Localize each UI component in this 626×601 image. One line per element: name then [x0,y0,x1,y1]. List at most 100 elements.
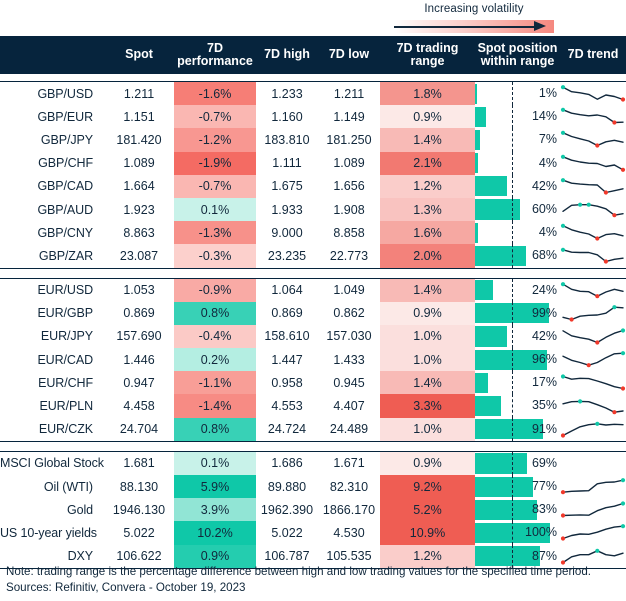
midpoint-marker [512,451,513,475]
table-row: GBP/ZAR 23.087 -0.3% 23.235 22.773 2.0% 68% [0,244,626,268]
midpoint-marker [512,278,513,302]
midpoint-marker [512,244,513,268]
cell-7d-high: 1.933 [271,202,303,217]
col-header-spot-position: Spot position within range [475,36,560,74]
table-row: EUR/JPY 157.690 -0.4% 158.610 157.030 1.0% 42% [0,324,626,349]
fx-market-summary-table: Increasing volatility Spot 7D performanc… [0,0,626,601]
spot-position-bar [475,499,538,520]
table-row: GBP/AUD 1.923 0.1% 1.933 1.908 1.3% 60% [0,197,626,222]
table-row: GBP/CHF 1.089 -1.9% 1.111 1.089 2.1% 4% [0,151,626,175]
table-row: GBP/EUR 1.151 -0.7% 1.160 1.149 0.9% 14% [0,105,626,129]
spot-position-value: 14% [531,109,557,124]
cell-spot-position: 42% [475,174,560,198]
footer-notes: Note: trading range is the percentage di… [6,564,622,595]
cell-7d-performance: 10.2% [174,521,256,545]
cell-7d-trend [560,105,626,128]
arrow-head-icon [534,21,546,31]
cell-7d-trading-range: 10.9% [380,521,475,545]
cell-7d-trading-range: 1.3% [380,197,475,222]
cell-spot-position: 99% [475,301,560,325]
table-row: Gold 1946.130 3.9% 1962.390 1866.170 5.2% 83% [0,498,626,522]
cell-7d-performance: -1.6% [174,81,256,106]
cell-7d-performance: 0.8% [174,417,256,442]
table-row: EUR/CAD 1.446 0.2% 1.447 1.433 1.0% 96% [0,348,626,372]
cell-7d-trend [560,451,626,475]
cell-instrument: EUR/GBP [37,306,93,321]
cell-spot-position: 83% [475,498,560,522]
spot-position-value: 4% [538,225,557,240]
cell-spot: 157.690 [116,329,162,344]
cell-7d-high: 1.111 [272,156,302,171]
cell-spot-position: 4% [475,221,560,245]
cell-7d-performance: 5.9% [174,475,256,499]
cell-7d-performance: -0.3% [174,244,256,268]
cell-spot: 24.704 [119,422,159,437]
midpoint-marker [512,197,513,222]
midpoint-marker [512,105,513,129]
cell-spot-position: 1% [475,82,560,106]
cell-7d-trend [560,221,626,244]
cell-7d-trading-range: 2.1% [380,151,475,175]
cell-7d-high: 89.880 [267,479,307,494]
cell-spot: 1.151 [123,109,155,124]
header-spacer [0,74,626,82]
cell-spot-position: 14% [475,105,560,129]
table-row: MSCI Global Stock 1.681 0.1% 1.686 1.671 0.9%… [0,451,626,475]
cell-7d-performance: -1.4% [174,394,256,418]
table-row: GBP/CAD 1.664 -0.7% 1.675 1.656 1.2% 42% [0,174,626,198]
cell-spot: 1.089 [123,156,155,171]
cell-7d-high: 23.235 [267,248,307,263]
spot-position-value: 83% [531,502,557,517]
spot-position-value: 42% [531,328,557,343]
cell-7d-trading-range: 1.0% [380,324,475,349]
cell-7d-low: 1.656 [333,179,365,194]
table-header: Spot 7D performance 7D high 7D low 7D tr… [0,36,626,82]
spot-position-bar [475,245,526,266]
spot-position-bar [475,395,502,417]
cell-7d-performance: 0.1% [174,197,256,222]
cell-7d-performance: 3.9% [174,498,256,522]
cell-spot-position: 60% [475,197,560,222]
cell-spot: 1.681 [123,456,155,471]
cell-instrument: EUR/USD [37,283,93,298]
spot-position-bar-host: 42% [475,324,560,349]
cell-spot: 1946.130 [112,502,166,517]
spot-position-bar-host: 77% [475,475,560,499]
cell-7d-performance: -0.4% [174,324,256,349]
spot-position-bar [475,372,488,393]
cell-7d-low: 181.250 [326,132,372,147]
spot-position-bar-host: 7% [475,128,560,152]
cell-7d-trend [560,278,626,302]
cell-7d-performance: -0.9% [174,278,256,302]
midpoint-marker [512,174,513,198]
footer-sources: Sources: Refinitiv, Convera - October 19… [6,580,246,594]
cell-spot: 5.022 [123,525,155,540]
cell-7d-trading-range: 1.4% [380,371,475,395]
cell-7d-trading-range: 0.9% [380,301,475,325]
cell-7d-low: 1.908 [333,202,365,217]
col-header-spot: Spot [104,36,174,74]
cell-7d-low: 0.945 [333,375,365,390]
cell-7d-trend [560,82,626,106]
cell-spot-position: 100% [475,521,560,545]
cell-7d-low: 24.489 [329,422,369,437]
spot-position-bar-host: 91% [475,417,560,441]
cell-7d-low: 1.089 [333,156,365,171]
arrow-line [394,26,537,28]
table-body: GBP/USD 1.211 -1.6% 1.233 1.211 1.8% 1% GBP/EUR… [0,81,626,573]
midpoint-marker [512,324,513,349]
cell-spot: 0.947 [123,375,155,390]
cell-spot-position: 7% [475,128,560,152]
cell-instrument: EUR/CAD [37,352,93,367]
midpoint-marker [512,348,513,372]
cell-7d-trend [560,128,626,151]
cell-7d-high: 1.233 [271,86,303,101]
cell-7d-low: 1.211 [333,86,365,101]
cell-spot: 0.869 [123,306,155,321]
cell-7d-trend [560,152,626,175]
cell-7d-performance: -0.7% [174,105,256,129]
cell-spot: 8.863 [123,225,155,240]
cell-7d-trading-range: 1.6% [380,221,475,245]
cell-7d-high: 0.869 [271,306,303,321]
spot-position-bar-host: 17% [475,371,560,395]
